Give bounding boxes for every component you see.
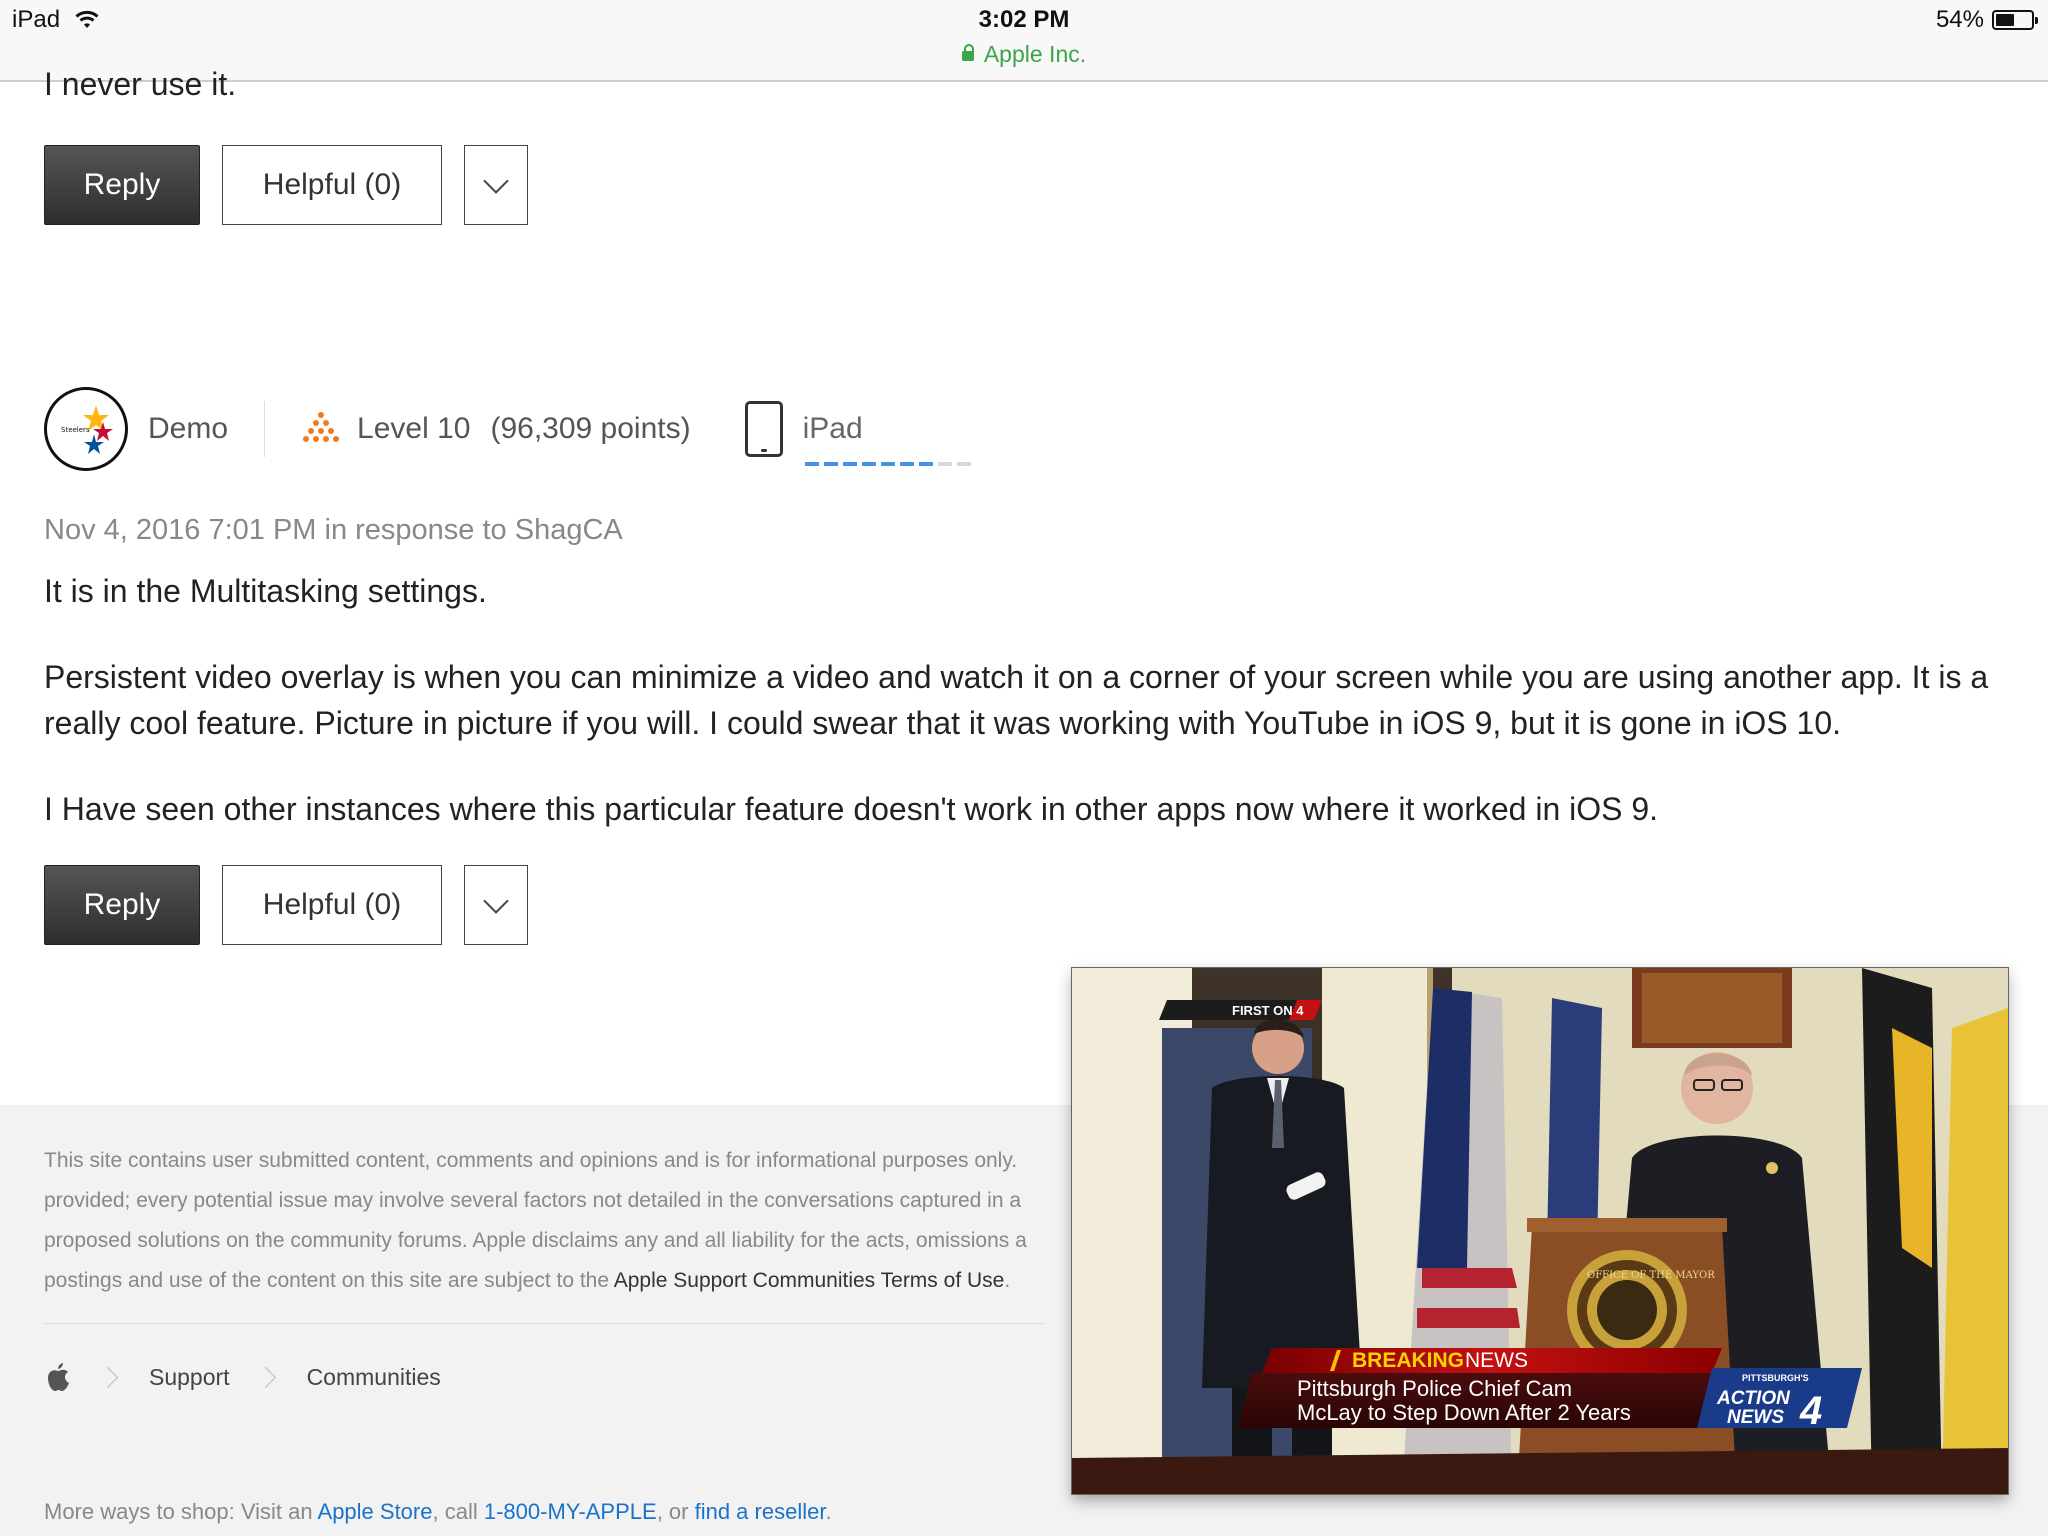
more-options-button[interactable] — [464, 145, 528, 225]
lock-icon — [961, 44, 974, 61]
user-level: Level 10 — [357, 412, 471, 445]
helpful-button[interactable]: Helpful (0) — [222, 145, 442, 225]
address-bar[interactable]: Apple Inc. — [0, 41, 2048, 68]
post-paragraph: Persistent video overlay is when you can… — [44, 659, 1989, 741]
reply-button[interactable]: Reply — [44, 145, 200, 225]
avatar[interactable]: Steelers — [44, 387, 128, 471]
station-name-2: NEWS — [1727, 1407, 1784, 1428]
ipad-icon — [744, 401, 783, 457]
divider — [264, 401, 266, 457]
shop-text: , call — [432, 1499, 484, 1524]
disclaimer-line: provided; every potential issue may invo… — [44, 1189, 1022, 1212]
reply-button[interactable]: Reply — [44, 865, 200, 945]
post-actions: Reply Helpful (0) — [44, 865, 528, 945]
first-on-label: FIRST ON 4 — [1232, 1003, 1304, 1018]
post-paragraph: It is in the Multitasking settings. — [44, 573, 487, 609]
battery-fill — [1996, 14, 2015, 26]
level-dots-icon — [303, 412, 340, 442]
disclaimer-line: This site contains user submitted conten… — [44, 1149, 1018, 1172]
post-meta: Nov 4, 2016 7:01 PM in response to ShagC… — [44, 514, 623, 546]
status-bar: iPad 3:02 PM Apple Inc. 54% — [0, 0, 2048, 82]
battery-icon — [1992, 10, 2038, 30]
battery-percent: 54% — [1935, 6, 1984, 33]
device-name-label: iPad — [802, 412, 863, 445]
post-text: I never use it. — [44, 66, 237, 102]
disclaimer: This site contains user submitted conten… — [44, 1141, 1084, 1301]
shop-links: More ways to shop: Visit an Apple Store,… — [44, 1499, 832, 1525]
disclaimer-text: postings and use of the content on this … — [44, 1269, 614, 1292]
station-number: 4 — [1799, 1389, 1822, 1433]
clock: 3:02 PM — [978, 6, 1070, 33]
post-actions: Reply Helpful (0) — [44, 145, 528, 225]
url-label: Apple Inc. — [983, 41, 1087, 67]
podium-seal: OFFICE OF THE MAYOR — [1587, 1270, 1715, 1281]
picture-in-picture-video[interactable]: OFFICE OF THE MAYOR FIRST ON 4 BREAKING … — [1072, 968, 2008, 1494]
breaking-label: BREAKING — [1352, 1349, 1464, 1372]
disclaimer-line: postings and use of the content on this … — [44, 1261, 1084, 1301]
helpful-button[interactable]: Helpful (0) — [222, 865, 442, 945]
punctuation: . — [1004, 1269, 1011, 1292]
status-right: 54% — [1935, 6, 2038, 34]
shop-text: More ways to shop: Visit an — [44, 1499, 318, 1524]
level-progress-bar — [804, 462, 971, 466]
headline-line-2: McLay to Step Down After 2 Years — [1297, 1400, 1631, 1425]
user-points: (96,309 points) — [490, 412, 691, 445]
footer-divider — [44, 1323, 1044, 1324]
breadcrumb-support[interactable]: Support — [149, 1364, 230, 1391]
author-name[interactable]: Demo — [148, 412, 228, 446]
breadcrumb: Support Communities — [44, 1361, 441, 1393]
shop-text: , or — [656, 1499, 695, 1524]
breadcrumb-separator — [254, 1366, 276, 1388]
terms-of-use-link[interactable]: Apple Support Communities Terms of Use — [614, 1269, 1005, 1292]
author-info: Steelers Demo Level 10 (96,309 points) i… — [44, 384, 971, 474]
chevron-down-icon — [483, 168, 509, 194]
shop-text: . — [825, 1499, 832, 1524]
video-frame: OFFICE OF THE MAYOR FIRST ON 4 BREAKING … — [1072, 968, 2008, 1494]
post-paragraph: I Have seen other instances where this p… — [44, 791, 1659, 827]
find-reseller-link[interactable]: find a reseller — [695, 1499, 826, 1524]
headline-line-1: Pittsburgh Police Chief Cam — [1297, 1376, 1572, 1401]
disclaimer-line: proposed solutions on the community foru… — [44, 1229, 1027, 1252]
news-label: NEWS — [1465, 1349, 1528, 1372]
station-tag: PITTSBURGH'S — [1742, 1373, 1809, 1383]
device-name: iPad — [802, 412, 971, 466]
phone-link[interactable]: 1-800-MY-APPLE — [484, 1499, 657, 1524]
steelers-logo-icon: Steelers — [50, 393, 122, 465]
breadcrumb-separator — [96, 1366, 119, 1388]
breadcrumb-communities[interactable]: Communities — [307, 1364, 441, 1391]
apple-store-link[interactable]: Apple Store — [318, 1499, 433, 1524]
svg-text:Steelers: Steelers — [61, 426, 90, 434]
station-name-1: ACTION — [1716, 1388, 1791, 1409]
apple-logo-icon[interactable] — [44, 1361, 72, 1393]
more-options-button[interactable] — [464, 865, 528, 945]
chevron-down-icon — [483, 888, 509, 914]
